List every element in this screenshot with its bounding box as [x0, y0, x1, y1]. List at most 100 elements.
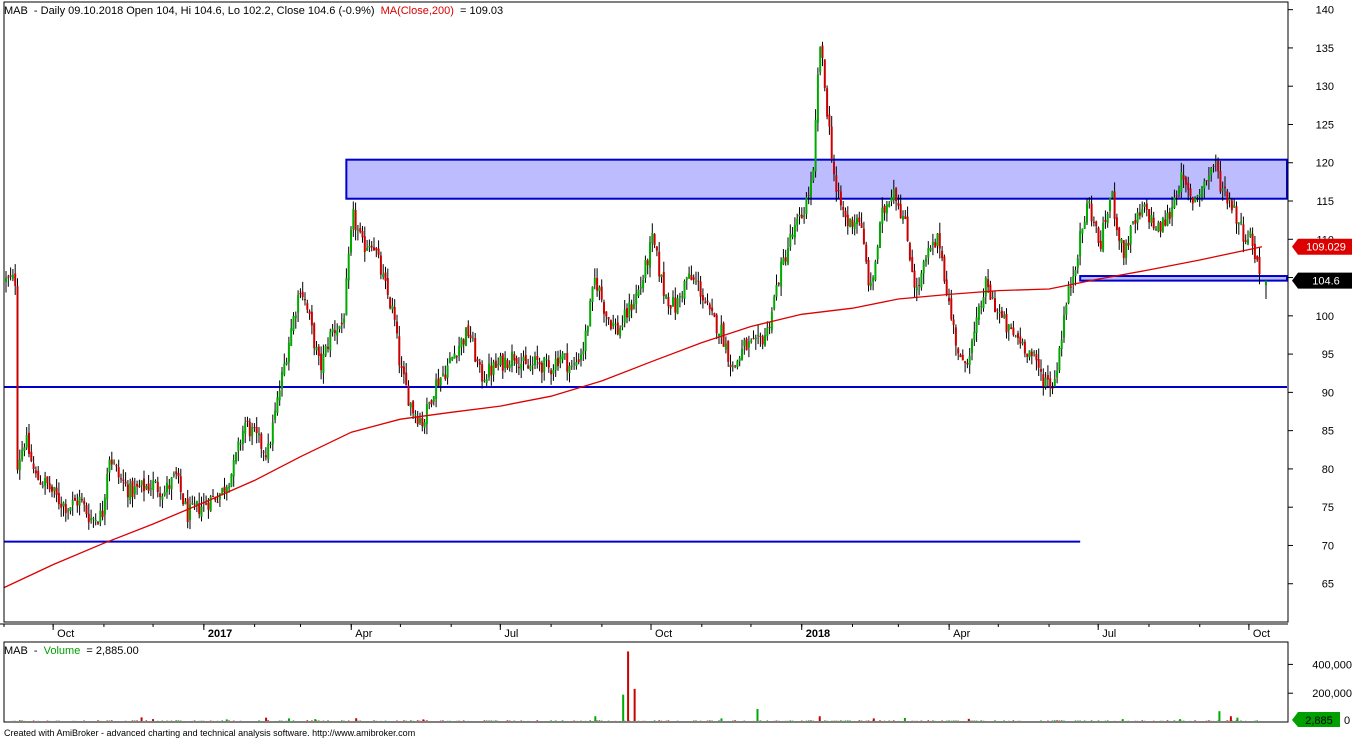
candle-up [1088, 201, 1090, 203]
volume-pane-frame [4, 642, 1288, 722]
candle-up [95, 520, 97, 521]
candle-up [573, 363, 575, 364]
price-tick-label: 70 [1322, 540, 1334, 552]
price-tick-label: 85 [1322, 426, 1334, 438]
candle-up [1155, 229, 1157, 230]
candle-up [267, 444, 269, 459]
candle-up [792, 235, 794, 237]
candle-up [343, 318, 345, 323]
volume-bar [221, 720, 223, 721]
candle-down [481, 364, 483, 381]
candle-down [33, 464, 35, 469]
volume-bar [19, 720, 21, 721]
candle-down [127, 484, 129, 497]
candle-down [148, 484, 150, 491]
candle-up [1238, 223, 1240, 225]
volume-bar [596, 720, 598, 721]
candle-up [849, 218, 851, 227]
candle-down [1254, 244, 1256, 259]
volume-spike [622, 695, 624, 721]
candle-down [83, 501, 85, 505]
candle-down [224, 487, 226, 492]
candle-down [260, 434, 262, 449]
volume-spike [819, 716, 821, 721]
candle-up [442, 374, 444, 376]
volume-bar [589, 720, 591, 721]
candle-down [824, 59, 826, 88]
candle-down [948, 298, 950, 301]
volume-bar [953, 720, 955, 721]
candle-up [594, 278, 596, 284]
candle-up [42, 486, 44, 487]
candle-down [394, 307, 396, 320]
candle-up [1144, 204, 1146, 207]
candle-down [1192, 198, 1194, 204]
candle-down [30, 452, 32, 461]
candle-down [306, 303, 308, 310]
candle-down [474, 338, 476, 362]
candle-down [380, 255, 382, 274]
candle-up [1125, 243, 1127, 258]
candle-down [247, 421, 249, 422]
candle-down [265, 455, 267, 457]
candle-up [644, 260, 646, 278]
candle-down [1231, 200, 1233, 210]
candle-up [686, 278, 688, 280]
candle-down [914, 271, 916, 288]
candle-up [589, 301, 591, 327]
candle-up [424, 422, 426, 427]
candle-down [122, 479, 124, 481]
candle-up [21, 450, 23, 460]
candle-up [881, 208, 883, 224]
candle-up [44, 478, 46, 486]
candle-down [1226, 191, 1228, 203]
candle-down [125, 482, 127, 484]
candle-up [743, 340, 745, 345]
candle-down [470, 335, 472, 338]
candle-down [495, 361, 497, 368]
candle-up [447, 365, 449, 377]
annotation-layer [4, 160, 1287, 542]
volume-zero-label: 0 [1344, 715, 1350, 727]
candle-up [440, 377, 442, 385]
candle-down [1256, 256, 1258, 260]
candle-down [865, 245, 867, 262]
candle-up [228, 486, 230, 488]
candle-up [1084, 222, 1086, 229]
candle-up [1003, 315, 1005, 318]
candle-up [191, 503, 193, 504]
candle-down [17, 286, 19, 470]
candle-up [67, 511, 69, 512]
candle-up [288, 343, 290, 362]
volume-spike [1230, 716, 1232, 721]
candle-up [893, 189, 895, 200]
candle-up [794, 225, 796, 238]
candle-up [1178, 189, 1180, 194]
volume-bar [555, 720, 557, 721]
candle-up [79, 497, 81, 506]
price-tag-label: 109.029 [1306, 242, 1346, 254]
price-tick-label: 100 [1316, 311, 1334, 323]
candle-down [10, 275, 12, 276]
candle-down [1242, 224, 1244, 241]
candle-up [679, 296, 681, 298]
candle-down [943, 257, 945, 282]
candle-up [555, 359, 557, 370]
candle-up [665, 295, 667, 299]
candle-up [286, 362, 288, 364]
price-tick-label: 90 [1322, 387, 1334, 399]
candle-down [373, 247, 375, 250]
candle-down [1098, 228, 1100, 243]
volume-bar [1054, 720, 1056, 721]
candle-down [851, 220, 853, 227]
candle-down [1160, 222, 1162, 231]
candle-up [233, 460, 235, 477]
candle-down [362, 231, 364, 237]
candle-down [7, 277, 9, 278]
candle-up [569, 366, 571, 373]
volume-bar [718, 720, 720, 721]
candle-up [776, 285, 778, 297]
candle-down [955, 327, 957, 345]
candle-up [927, 248, 929, 257]
candlestick-series [5, 42, 1267, 530]
